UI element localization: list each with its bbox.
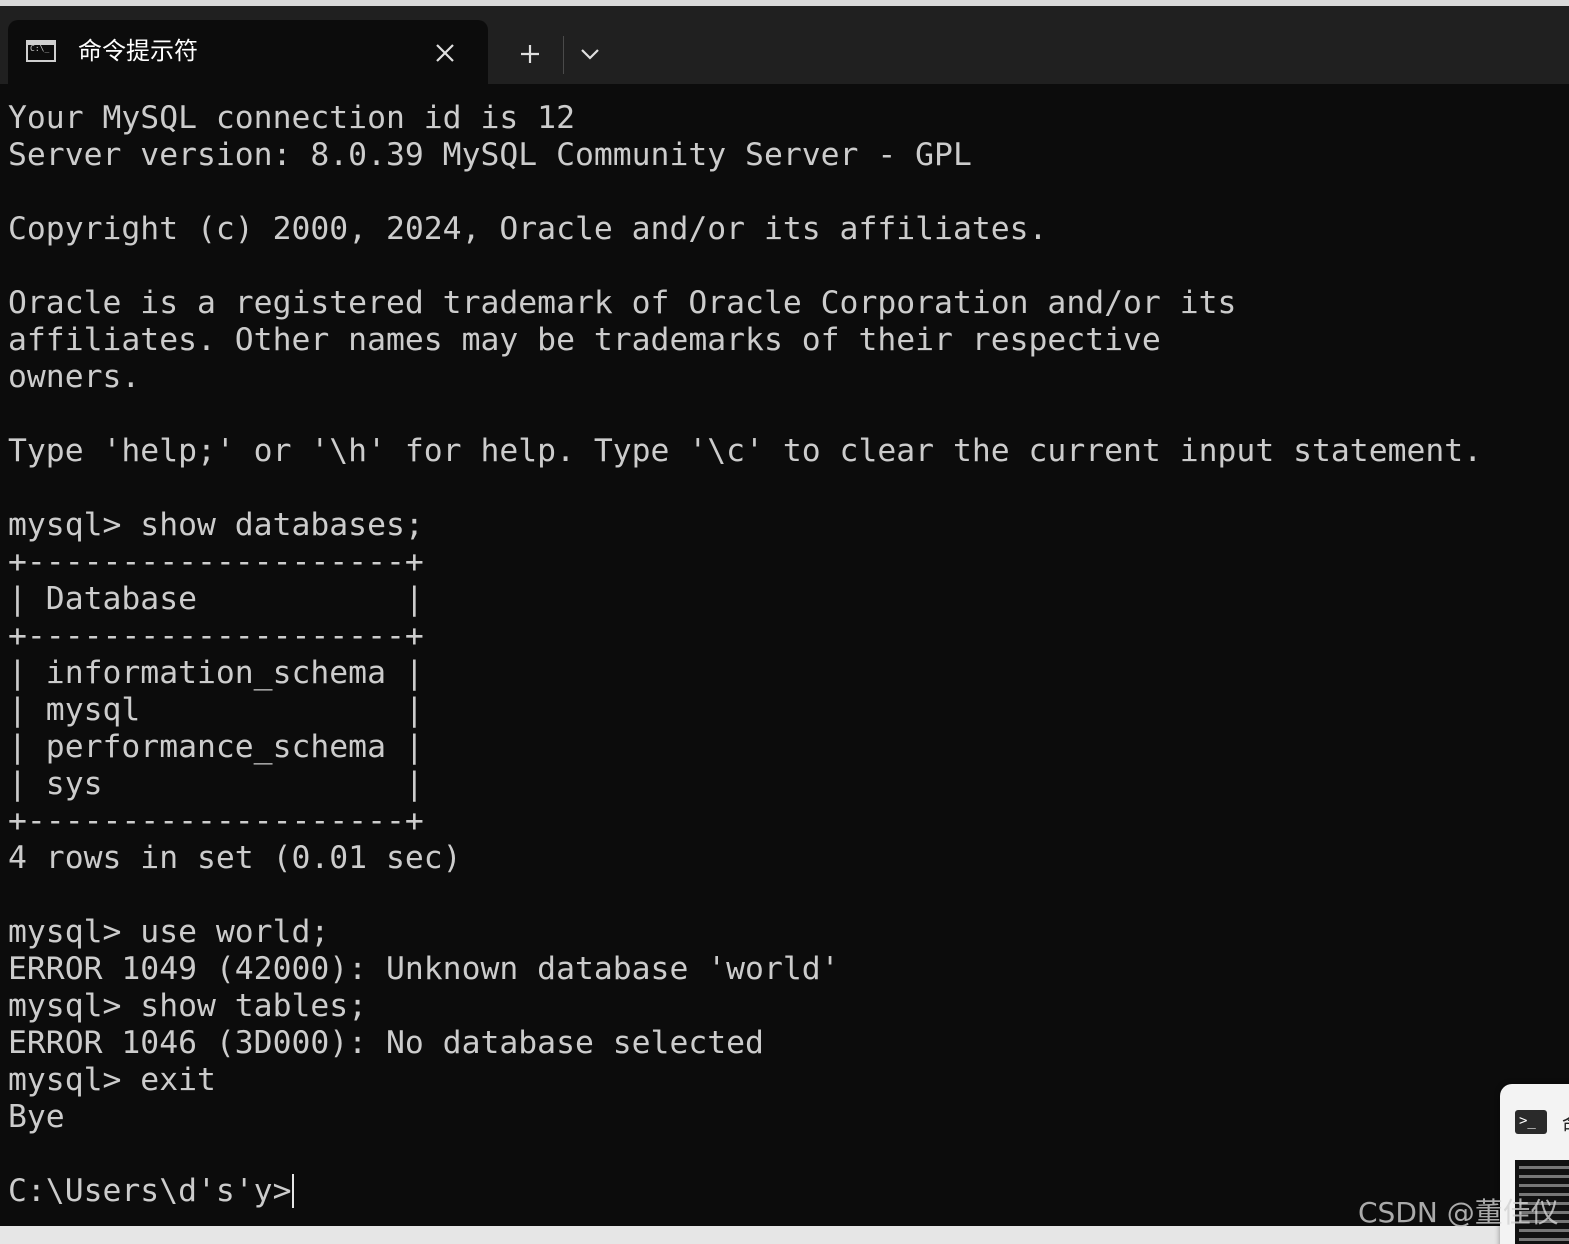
terminal-line: Server version: 8.0.39 MySQL Community S… <box>8 137 972 173</box>
terminal-line: Your MySQL connection id is 12 <box>8 100 575 136</box>
terminal-line: Bye <box>8 1099 65 1135</box>
terminal-line: | Database | <box>8 581 424 617</box>
terminal-line: +--------------------+ <box>8 544 424 580</box>
terminal-icon: >_ <box>1515 1110 1547 1134</box>
plus-icon[interactable] <box>510 34 550 74</box>
command-prompt-line[interactable]: C:\Users\d's'y> <box>8 1173 1568 1210</box>
text-cursor <box>292 1174 295 1208</box>
terminal-line: affiliates. Other names may be trademark… <box>8 322 1161 358</box>
desktop-background-strip <box>0 1226 1569 1244</box>
terminal-line: 4 rows in set (0.01 sec) <box>8 840 462 876</box>
thumbnail-label: 命 <box>1562 1108 1569 1137</box>
terminal-window: C:\_ 命令提示符 Your MySQL connection id is 1… <box>0 0 1569 1244</box>
terminal-line: owners. <box>8 359 141 395</box>
terminal-line: mysql> use world; <box>8 914 330 950</box>
watermark: CSDN @董佳仪 <box>1358 1196 1559 1229</box>
title-bar: C:\_ 命令提示符 <box>0 6 1569 90</box>
terminal-line: ERROR 1046 (3D000): No database selected <box>8 1025 764 1061</box>
terminal-line: Oracle is a registered trademark of Orac… <box>8 285 1237 321</box>
terminal-line: ERROR 1049 (42000): Unknown database 'wo… <box>8 951 840 987</box>
terminal-line: mysql> show databases; <box>8 507 424 543</box>
tab-title: 命令提示符 <box>78 37 198 65</box>
terminal-output[interactable]: Your MySQL connection id is 12 Server ver… <box>8 100 1568 1230</box>
tab-command-prompt[interactable]: C:\_ 命令提示符 <box>8 20 488 90</box>
terminal-line: mysql> show tables; <box>8 988 368 1024</box>
terminal-line: Type 'help;' or '\h' for help. Type '\c'… <box>8 433 1483 469</box>
terminal-line: mysql> exit <box>8 1062 216 1098</box>
terminal-line: | sys | <box>8 766 424 802</box>
terminal-line: Copyright (c) 2000, 2024, Oracle and/or … <box>8 211 1048 247</box>
terminal-line: | performance_schema | <box>8 729 424 765</box>
terminal-line: +--------------------+ <box>8 803 424 839</box>
terminal-line: +--------------------+ <box>8 618 424 654</box>
terminal-line: | mysql | <box>8 692 424 728</box>
chevron-down-icon[interactable] <box>572 36 608 72</box>
close-icon[interactable] <box>428 36 462 70</box>
title-bar-divider <box>563 36 564 74</box>
terminal-line: | information_schema | <box>8 655 424 691</box>
cmd-icon: C:\_ <box>26 40 56 62</box>
